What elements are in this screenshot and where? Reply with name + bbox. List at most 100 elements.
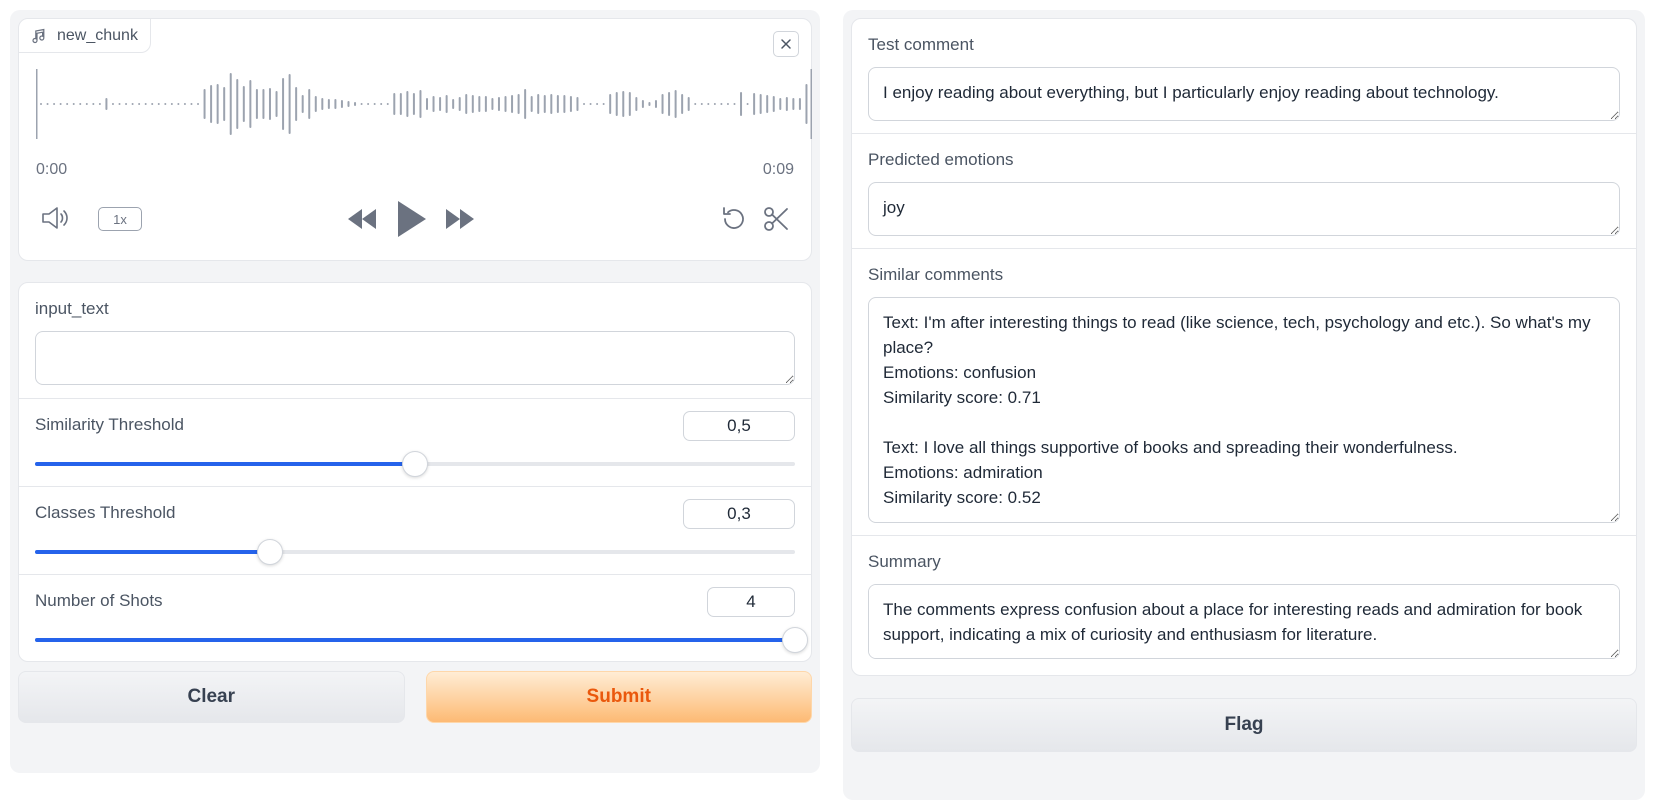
close-audio-button[interactable] bbox=[773, 31, 799, 57]
classes-threshold-input[interactable] bbox=[683, 499, 795, 529]
reset-icon[interactable] bbox=[720, 205, 748, 233]
waveform-bar bbox=[321, 98, 324, 110]
waveform-bar bbox=[452, 99, 455, 109]
number-of-shots-slider[interactable] bbox=[35, 627, 808, 653]
similar-comments-field[interactable] bbox=[868, 297, 1620, 523]
waveform-bar bbox=[602, 103, 605, 105]
waveform-bar bbox=[242, 86, 245, 122]
waveform-bar bbox=[59, 103, 62, 105]
similarity-threshold-thumb[interactable] bbox=[402, 451, 428, 477]
waveform-bar bbox=[380, 103, 383, 105]
waveform-bar bbox=[118, 103, 121, 105]
waveform-bar bbox=[700, 103, 703, 105]
classes-threshold-slider[interactable] bbox=[35, 539, 795, 565]
waveform-bar bbox=[46, 103, 49, 105]
classes-threshold-fill bbox=[35, 550, 270, 554]
waveform-bar bbox=[40, 103, 42, 105]
waveform-bar bbox=[798, 98, 801, 110]
waveform-bar bbox=[131, 103, 134, 105]
similarity-threshold-slider[interactable] bbox=[35, 451, 795, 477]
waveform-bar bbox=[249, 80, 252, 128]
waveform-bar bbox=[66, 103, 69, 105]
waveform-bar bbox=[772, 96, 775, 112]
waveform-bar bbox=[661, 94, 664, 114]
waveform-bar bbox=[726, 103, 729, 105]
waveform-bar bbox=[79, 103, 82, 105]
waveform-bar bbox=[766, 95, 769, 113]
waveform-bar bbox=[785, 97, 788, 111]
test-comment-field[interactable] bbox=[868, 67, 1620, 121]
waveform-bar bbox=[511, 95, 514, 113]
music-note-icon bbox=[32, 28, 45, 43]
waveform-bar bbox=[360, 103, 363, 105]
similarity-threshold-input[interactable] bbox=[683, 411, 795, 441]
waveform-bar bbox=[641, 100, 644, 108]
waveform-bar bbox=[458, 97, 461, 111]
audio-waveform[interactable] bbox=[36, 69, 812, 139]
waveform-bar bbox=[550, 94, 553, 114]
waveform-bar bbox=[668, 92, 671, 116]
waveform-bar bbox=[439, 97, 442, 111]
waveform-bar bbox=[399, 93, 402, 115]
waveform-bar bbox=[707, 103, 710, 105]
waveform-bar bbox=[53, 103, 56, 105]
summary-block: Summary bbox=[852, 536, 1636, 671]
waveform-bar bbox=[524, 89, 527, 119]
number-of-shots-fill bbox=[35, 638, 795, 642]
parameters-panel: input_text Similarity Threshold Classes … bbox=[18, 282, 812, 662]
waveform-bar bbox=[491, 98, 494, 110]
waveform-bar bbox=[609, 94, 612, 114]
waveform-bar bbox=[177, 103, 180, 105]
waveform-playhead bbox=[36, 69, 38, 139]
waveform-bar bbox=[713, 103, 716, 105]
classes-threshold-thumb[interactable] bbox=[256, 539, 283, 565]
waveform-bar bbox=[85, 103, 88, 105]
waveform-bar bbox=[262, 89, 265, 119]
waveform-bar bbox=[740, 92, 743, 116]
waveform-bar bbox=[406, 91, 409, 117]
waveform-bar bbox=[229, 73, 232, 135]
waveform-bar bbox=[151, 103, 154, 105]
volume-icon[interactable] bbox=[40, 203, 72, 233]
waveform-bar bbox=[569, 96, 572, 112]
waveform-bar bbox=[308, 89, 311, 119]
fast-forward-icon[interactable] bbox=[444, 207, 476, 231]
waveform-bar bbox=[138, 103, 141, 105]
waveform-bar bbox=[628, 92, 631, 116]
rewind-icon[interactable] bbox=[346, 207, 378, 231]
similar-comments-block: Similar comments bbox=[852, 249, 1636, 536]
predicted-emotions-field[interactable] bbox=[868, 182, 1620, 236]
clear-button[interactable]: Clear bbox=[18, 671, 405, 723]
waveform-bar bbox=[236, 79, 239, 129]
flag-button[interactable]: Flag bbox=[851, 698, 1637, 752]
similarity-threshold-label: Similarity Threshold bbox=[35, 415, 184, 434]
waveform-bar bbox=[419, 90, 422, 118]
playback-speed-button[interactable]: 1x bbox=[98, 207, 142, 231]
waveform-end-marker bbox=[810, 69, 812, 139]
number-of-shots-thumb[interactable] bbox=[782, 627, 808, 653]
waveform-bar bbox=[537, 94, 540, 114]
waveform-bar bbox=[373, 103, 376, 105]
waveform-bar bbox=[465, 94, 468, 114]
waveform-bar bbox=[347, 101, 350, 107]
waveform-bar bbox=[92, 103, 95, 105]
number-of-shots-input[interactable] bbox=[707, 587, 795, 617]
waveform-bar bbox=[125, 103, 128, 105]
outputs-panel: Test comment Predicted emotions Similar … bbox=[851, 18, 1637, 676]
play-icon[interactable] bbox=[394, 199, 428, 239]
submit-button[interactable]: Submit bbox=[425, 671, 812, 723]
test-comment-label: Test comment bbox=[868, 35, 974, 54]
waveform-bar bbox=[746, 103, 749, 105]
waveform-bar bbox=[583, 103, 586, 105]
number-of-shots-label: Number of Shots bbox=[35, 591, 163, 610]
time-current: 0:00 bbox=[36, 161, 68, 178]
waveform-bar bbox=[497, 97, 500, 111]
input-text-field[interactable] bbox=[35, 331, 795, 385]
waveform-bar bbox=[216, 84, 219, 124]
waveform-bar bbox=[792, 98, 795, 110]
trim-scissors-icon[interactable] bbox=[762, 205, 790, 233]
waveform-bar bbox=[759, 94, 762, 114]
waveform-bar bbox=[556, 95, 559, 113]
summary-field[interactable] bbox=[868, 584, 1620, 659]
summary-label: Summary bbox=[868, 552, 941, 571]
